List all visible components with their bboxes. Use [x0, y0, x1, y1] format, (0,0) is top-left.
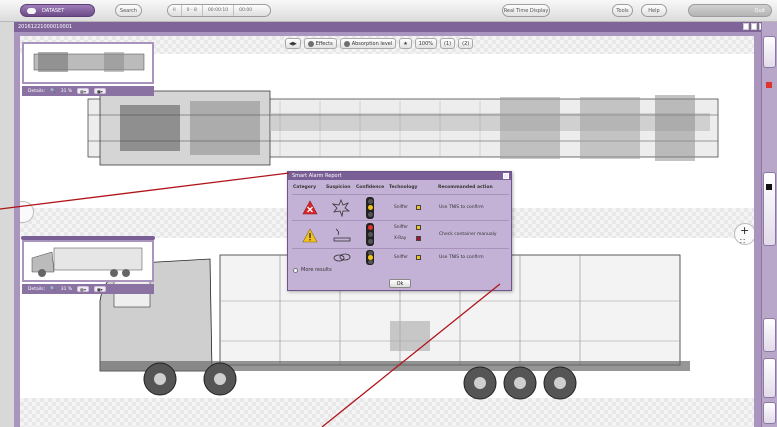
warning-category-icon — [302, 228, 318, 243]
pills-icon — [333, 253, 351, 262]
thumbnail-bottom-image — [31, 247, 143, 277]
quit-label: Quit — [754, 7, 765, 14]
thumbnail-bottom[interactable] — [22, 240, 154, 282]
smart-alarm-dialog: Smart Alarm Report Category Suspicion Co… — [287, 171, 512, 291]
thumbnail-zoom[interactable]: 31 % — [61, 89, 72, 94]
thumbnail-top-controls: Details: 🔍 31 % ▩▾ ■▾ — [22, 86, 154, 96]
fit-icon[interactable]: ∷ — [740, 237, 745, 246]
details-label-2: Details: — [28, 286, 46, 292]
dataset-icon — [27, 7, 36, 14]
cars-filter-dropdown-2[interactable]: ▩▾ — [77, 286, 89, 292]
grid-icon[interactable] — [751, 23, 757, 30]
alarm-red-indicator — [766, 82, 772, 88]
view-2-label: (2) — [462, 40, 470, 47]
effects-icon — [307, 40, 314, 47]
playback-controls: II 0 - 8 00:00:10 00:00 — [167, 4, 271, 17]
layout-icon[interactable] — [743, 23, 749, 30]
panel-button-bottom[interactable] — [763, 402, 776, 424]
left-gutter — [0, 22, 14, 427]
technology-indicator — [416, 236, 421, 241]
view-toolbar: ◀▶ Effects Absorption level ★ 100% (1) (… — [285, 38, 474, 49]
panel-button-mid[interactable] — [763, 318, 776, 352]
technology-label: Sniffer — [394, 225, 409, 230]
magnifier-icon-2: 🔍 — [50, 286, 56, 292]
dialog-title-bar: Smart Alarm Report — [288, 172, 511, 180]
star-button[interactable]: ★ — [399, 38, 412, 49]
search-button[interactable]: Search — [115, 4, 142, 17]
danger-category-icon — [302, 200, 318, 215]
recommended-action: Use TNIS to confirm — [439, 205, 484, 210]
quit-button[interactable]: Quit — [688, 4, 772, 17]
dataset-label: DATASET — [42, 7, 65, 14]
more-results-label: More results — [301, 267, 332, 273]
zoom-label: 100% — [418, 40, 434, 47]
thumbnail-top-image — [33, 52, 145, 72]
time-total: 00:00 — [239, 8, 253, 13]
nav-buttons[interactable]: ◀▶ — [285, 38, 301, 49]
close-icon[interactable] — [503, 173, 509, 179]
xray-top-view — [87, 90, 719, 166]
col-confidence: Confidence — [356, 185, 385, 190]
cars-filter-dropdown[interactable]: ▩▾ — [77, 88, 89, 94]
confidence-traffic-light — [366, 250, 374, 265]
recommended-action: Use TNIS to confirm — [439, 255, 484, 260]
absorption-label: Absorption level — [351, 40, 393, 47]
technology-label: Sniffer — [394, 255, 409, 260]
technology-label: X-Ray — [394, 236, 407, 241]
panel-button-lower[interactable] — [763, 358, 776, 398]
truck-filter-dropdown-2[interactable]: ■▾ — [93, 286, 106, 292]
truck-filter-dropdown[interactable]: ■▾ — [93, 88, 106, 94]
explosive-icon — [332, 199, 350, 217]
confidence-traffic-light — [366, 197, 374, 219]
thumbnail-top[interactable] — [22, 42, 154, 84]
col-suspicion: Suspicion — [326, 185, 351, 190]
col-category: Category — [293, 185, 317, 190]
ok-button[interactable]: Ok — [389, 279, 411, 288]
technology-label: Sniffer — [394, 205, 409, 210]
magnifier-icon: 🔍 — [50, 88, 56, 94]
dialog-title: Smart Alarm Report — [292, 173, 342, 179]
cigarette-icon — [333, 228, 351, 242]
absorption-button[interactable]: Absorption level — [339, 38, 397, 49]
more-results-radio[interactable] — [293, 267, 298, 273]
alarm-row[interactable]: Sniffer Use TNIS to confirm — [292, 194, 509, 220]
technology-indicator — [416, 205, 421, 210]
thumbnail-bottom-controls: Details: 🔍 31 % ▩▾ ■▾ — [22, 284, 154, 294]
more-results-toggle[interactable]: More results — [293, 267, 332, 273]
details-label: Details: — [28, 88, 46, 94]
dataset-button[interactable]: DATASET — [20, 4, 95, 17]
col-technology: Technology — [389, 185, 418, 190]
top-toolbar: DATASET Search II 0 - 8 00:00:10 00:00 R… — [0, 0, 777, 22]
app-window: DATASET Search II 0 - 8 00:00:10 00:00 R… — [0, 0, 777, 427]
effects-button[interactable]: Effects — [303, 38, 337, 49]
col-action: Recommanded action — [438, 185, 493, 190]
tools-button[interactable]: Tools — [612, 4, 633, 17]
time-current: 00:00:10 — [203, 5, 235, 16]
image-id-bar: 20161221000010001 — [14, 22, 769, 32]
panel-button-top[interactable] — [763, 36, 776, 68]
image-id: 20161221000010001 — [18, 24, 73, 30]
zoom-in-icon[interactable]: + — [740, 224, 749, 237]
right-side-panel — [761, 22, 777, 427]
frame-range[interactable]: 0 - 8 — [182, 5, 203, 16]
alarm-row[interactable]: Sniffer X-Ray Check container manualy — [292, 220, 509, 248]
confidence-traffic-light — [366, 223, 374, 246]
pause-button[interactable]: II — [168, 5, 182, 16]
recommended-action: Check container manualy — [439, 232, 497, 237]
realtime-display-button[interactable]: Real Time Display — [502, 4, 550, 17]
thumbnail-zoom-2[interactable]: 31 % — [61, 287, 72, 292]
effects-label: Effects — [315, 40, 333, 47]
zoom-button[interactable]: 100% — [414, 38, 438, 49]
technology-indicator — [416, 225, 421, 230]
help-button[interactable]: Help — [641, 4, 667, 17]
view-1-label: (1) — [444, 40, 452, 47]
view-1-button[interactable]: (1) — [440, 38, 456, 49]
panel-black-indicator — [766, 184, 772, 190]
absorption-icon — [343, 40, 350, 47]
technology-indicator — [416, 255, 421, 260]
view-2-button[interactable]: (2) — [458, 38, 474, 49]
alarm-row[interactable]: Sniffer Use TNIS to confirm — [292, 248, 509, 265]
